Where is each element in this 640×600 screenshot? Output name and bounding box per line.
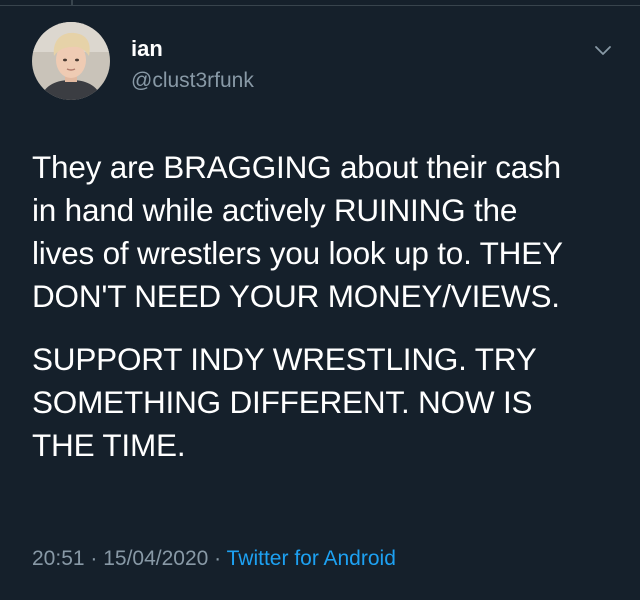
tweet-source-link[interactable]: Twitter for Android — [227, 547, 396, 570]
tweet-time[interactable]: 20:51 — [32, 547, 85, 570]
chevron-down-icon — [595, 46, 611, 55]
more-options-button[interactable] — [593, 44, 613, 58]
tweet-paragraph-1: They are BRAGGING about their cash in ha… — [32, 149, 563, 314]
meta-separator: · — [84, 547, 104, 570]
tweet-paragraph-2: SUPPORT INDY WRESTLING. TRY SOMETHING DI… — [32, 341, 537, 463]
tweet-text: They are BRAGGING about their cash in ha… — [32, 146, 622, 467]
thread-line — [71, 0, 73, 5]
tweet-meta: 20:51 · 15/04/2020 · Twitter for Android — [32, 545, 396, 573]
user-photo-avatar-icon — [32, 22, 110, 100]
top-divider — [0, 0, 640, 6]
author-handle[interactable]: @clust3rfunk — [131, 68, 254, 94]
meta-separator: · — [208, 547, 227, 570]
tweet-date[interactable]: 15/04/2020 — [103, 547, 208, 570]
author-name[interactable]: ian — [131, 36, 163, 62]
avatar[interactable] — [32, 22, 110, 100]
